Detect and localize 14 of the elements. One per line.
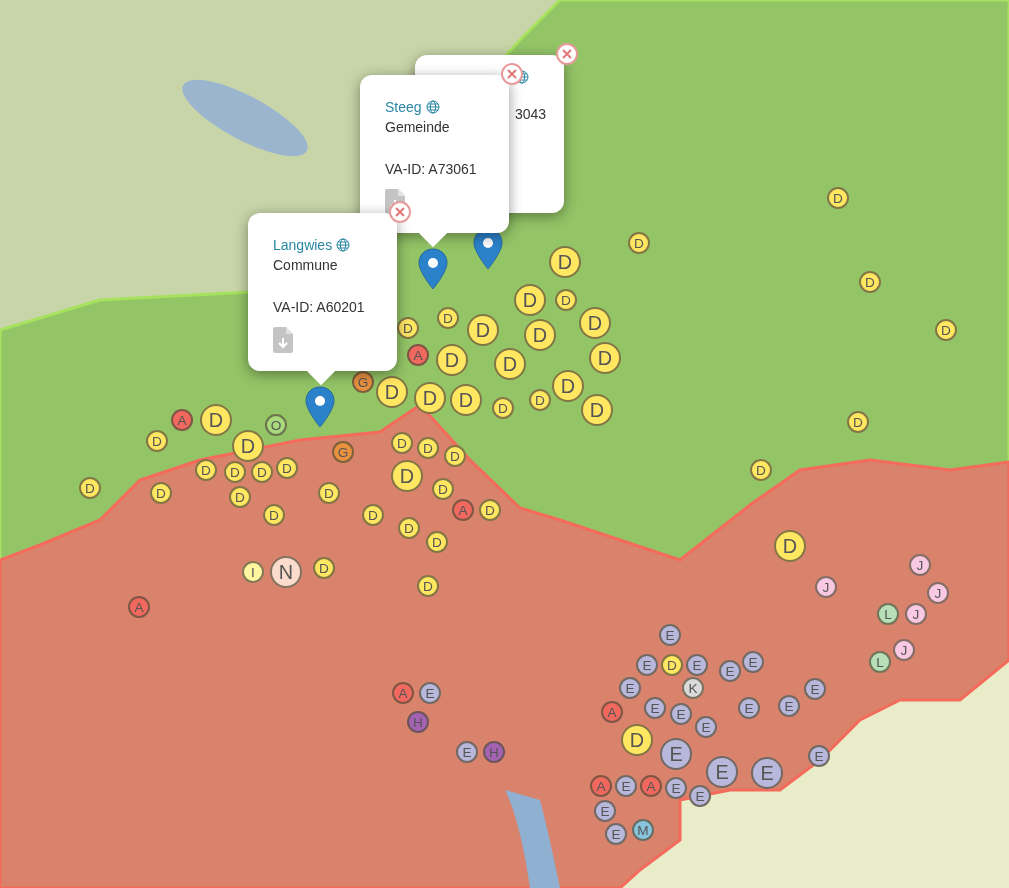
place-type: Gemeinde bbox=[385, 118, 451, 137]
va-id-text: VA-ID: A73061 bbox=[385, 160, 478, 179]
close-icon bbox=[395, 207, 405, 217]
globe-icon[interactable] bbox=[425, 100, 440, 114]
close-icon bbox=[507, 69, 517, 79]
place-link[interactable]: Steeg bbox=[385, 97, 422, 117]
map-pin-icon[interactable] bbox=[418, 248, 448, 290]
close-icon bbox=[562, 49, 572, 59]
map-pin-icon[interactable] bbox=[305, 386, 335, 428]
place-type: Commune bbox=[273, 256, 339, 275]
va-id-text: VA-ID: A60201 bbox=[273, 298, 366, 317]
globe-icon[interactable] bbox=[336, 238, 351, 252]
va-id-text: 3043 bbox=[515, 105, 548, 124]
place-link[interactable]: Langwies bbox=[273, 235, 333, 255]
